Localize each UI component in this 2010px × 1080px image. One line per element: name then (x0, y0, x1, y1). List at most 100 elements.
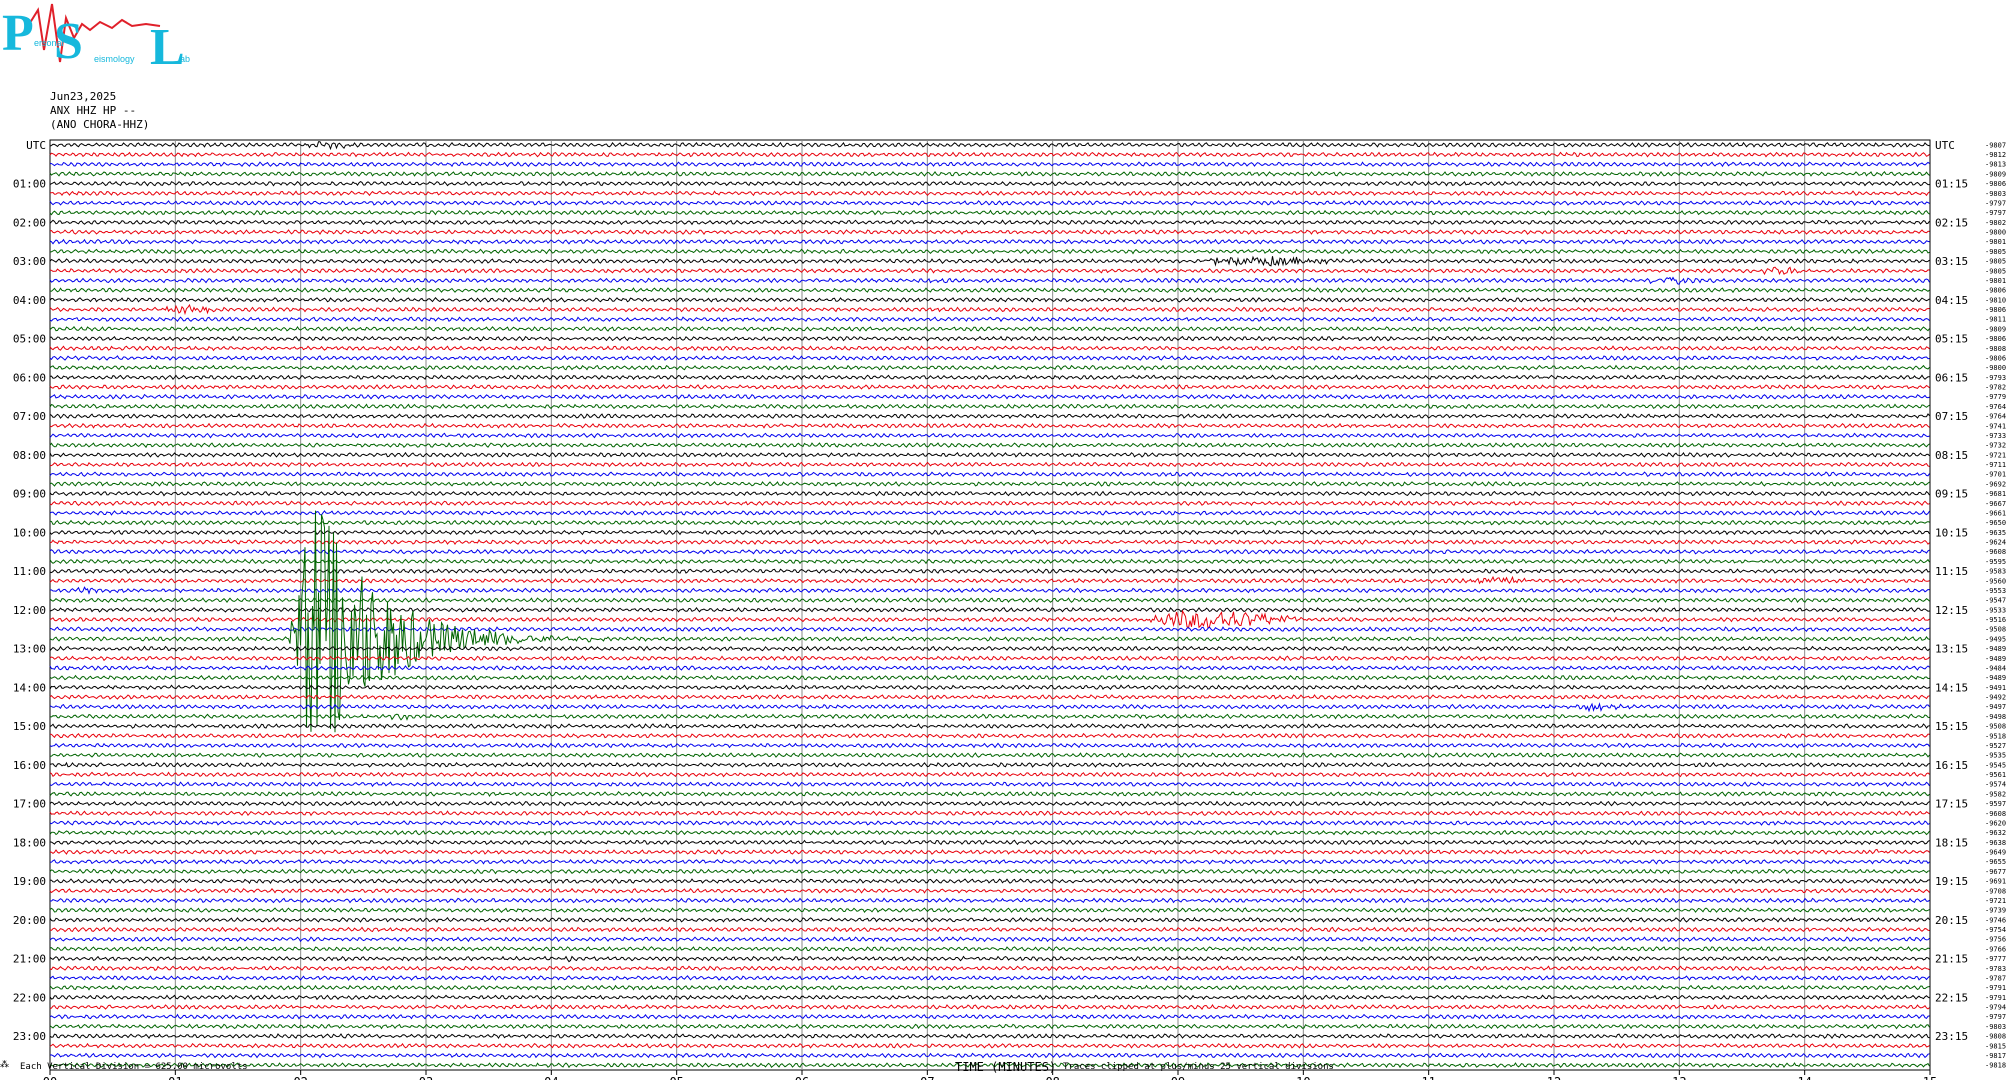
right-hour-label: 22:15 (1935, 991, 1968, 1004)
left-hour-label: 08:00 (13, 449, 46, 462)
trace-line (49, 403, 1930, 410)
trace-value-label: -9535 (1985, 752, 2006, 760)
trace-value-label: -9498 (1985, 713, 2006, 721)
left-hour-label: 13:00 (13, 643, 46, 656)
trace-line (49, 287, 1930, 294)
trace-value-label: -9809 (1985, 170, 2006, 178)
trace-line (49, 791, 1930, 797)
trace-line (49, 442, 1930, 449)
trace-line (49, 974, 1930, 981)
trace-line (49, 984, 1930, 991)
trace-value-label: -9806 (1985, 354, 2006, 362)
trace-line (49, 316, 1930, 323)
trace-value-label: -9805 (1985, 258, 2006, 266)
trace-line (49, 742, 1930, 749)
trace-value-label: -9805 (1985, 267, 2006, 275)
trace-value-label: -9806 (1985, 180, 2006, 188)
x-tick-label: 10 (1296, 1075, 1310, 1080)
trace-value-label: -9764 (1985, 413, 2006, 421)
trace-value-label: -9624 (1985, 539, 2006, 547)
trace-line (49, 548, 1930, 555)
trace-value-label: -9817 (1985, 1052, 2006, 1060)
left-hour-label: 06:00 (13, 371, 46, 384)
trace-value-label: -9801 (1985, 277, 2006, 285)
trace-line (49, 694, 1930, 701)
trace-value-label: -9667 (1985, 500, 2006, 508)
trace-value-label: -9806 (1985, 287, 2006, 295)
trace-line (49, 926, 1930, 933)
trace-line (49, 432, 1930, 439)
trace-value-label: -9756 (1985, 936, 2006, 944)
scale-note: Each Vertical Division = 625.00 microvol… (20, 1062, 248, 1072)
right-hour-label: UTC (1935, 139, 1955, 152)
left-hour-label: 07:00 (13, 410, 46, 423)
trace-line (49, 238, 1930, 245)
trace-line (49, 345, 1930, 352)
x-tick-label: 04 (544, 1075, 558, 1080)
trace-value-label: -9655 (1985, 858, 2006, 866)
trace-value-label: -9779 (1985, 393, 2006, 401)
x-tick-label: 09 (1171, 1075, 1185, 1080)
trace-line (49, 199, 1930, 206)
trace-value-label: -9492 (1985, 694, 2006, 702)
trace-line (49, 325, 1930, 332)
trace-value-label: -9518 (1985, 732, 2006, 740)
trace-value-label: -9791 (1985, 984, 2006, 992)
trace-line (49, 965, 1930, 972)
trace-line (49, 907, 1930, 914)
trace-value-label: -9489 (1985, 674, 2006, 682)
trace-line (49, 1004, 1930, 1010)
right-hour-label: 14:15 (1935, 681, 1968, 694)
x-tick-label: 14 (1797, 1075, 1811, 1080)
trace-line (49, 878, 1930, 885)
trace-line (49, 276, 1930, 285)
trace-value-label: -9595 (1985, 558, 2006, 566)
left-hour-label: 11:00 (13, 565, 46, 578)
trace-line (49, 558, 1930, 565)
trace-line (49, 946, 1930, 952)
trace-value-label: -9547 (1985, 597, 2006, 605)
trace-value-label: -9803 (1985, 190, 2006, 198)
trace-line (49, 1042, 1930, 1049)
trace-line (49, 209, 1930, 216)
right-hour-label: 06:15 (1935, 371, 1968, 384)
trace-line (49, 335, 1930, 342)
x-tick-label: 07 (920, 1075, 934, 1080)
left-hour-label: 03:00 (13, 255, 46, 268)
right-hour-label: 21:15 (1935, 953, 1968, 966)
corner-mark: ⁂ (0, 1060, 9, 1070)
right-hour-label: 23:15 (1935, 1030, 1968, 1043)
trace-value-label: -9800 (1985, 364, 2006, 372)
trace-value-label: -9701 (1985, 471, 2006, 479)
trace-value-label: -9661 (1985, 509, 2006, 517)
trace-line (49, 384, 1930, 390)
right-hour-label: 04:15 (1935, 294, 1968, 307)
trace-line (49, 1033, 1930, 1040)
trace-value-label: -9608 (1985, 810, 2006, 818)
trace-value-label: -9597 (1985, 800, 2006, 808)
right-hour-label: 15:15 (1935, 720, 1968, 733)
trace-value-label: -9746 (1985, 916, 2006, 924)
trace-value-label: -9608 (1985, 548, 2006, 556)
trace-value-label: -9583 (1985, 568, 2006, 576)
trace-value-label: -9681 (1985, 490, 2006, 498)
trace-line (49, 810, 1930, 817)
left-hour-label: 04:00 (13, 294, 46, 307)
trace-line (49, 529, 1930, 536)
trace-line (49, 702, 1930, 713)
trace-value-label: -9797 (1985, 1013, 2006, 1021)
trace-value-label: -9649 (1985, 849, 2006, 857)
trace-value-label: -9777 (1985, 955, 2006, 963)
trace-line (49, 858, 1930, 865)
x-tick-label: 05 (669, 1075, 683, 1080)
trace-line (49, 1052, 1930, 1059)
left-hour-label: 23:00 (13, 1030, 46, 1043)
right-hour-label: 17:15 (1935, 798, 1968, 811)
trace-line (50, 713, 1930, 721)
trace-line (49, 266, 1930, 276)
trace-value-label: -9545 (1985, 761, 2006, 769)
trace-value-label: -9635 (1985, 529, 2006, 537)
trace-line (49, 248, 1930, 255)
trace-line (49, 422, 1930, 429)
trace-line (49, 568, 1930, 574)
